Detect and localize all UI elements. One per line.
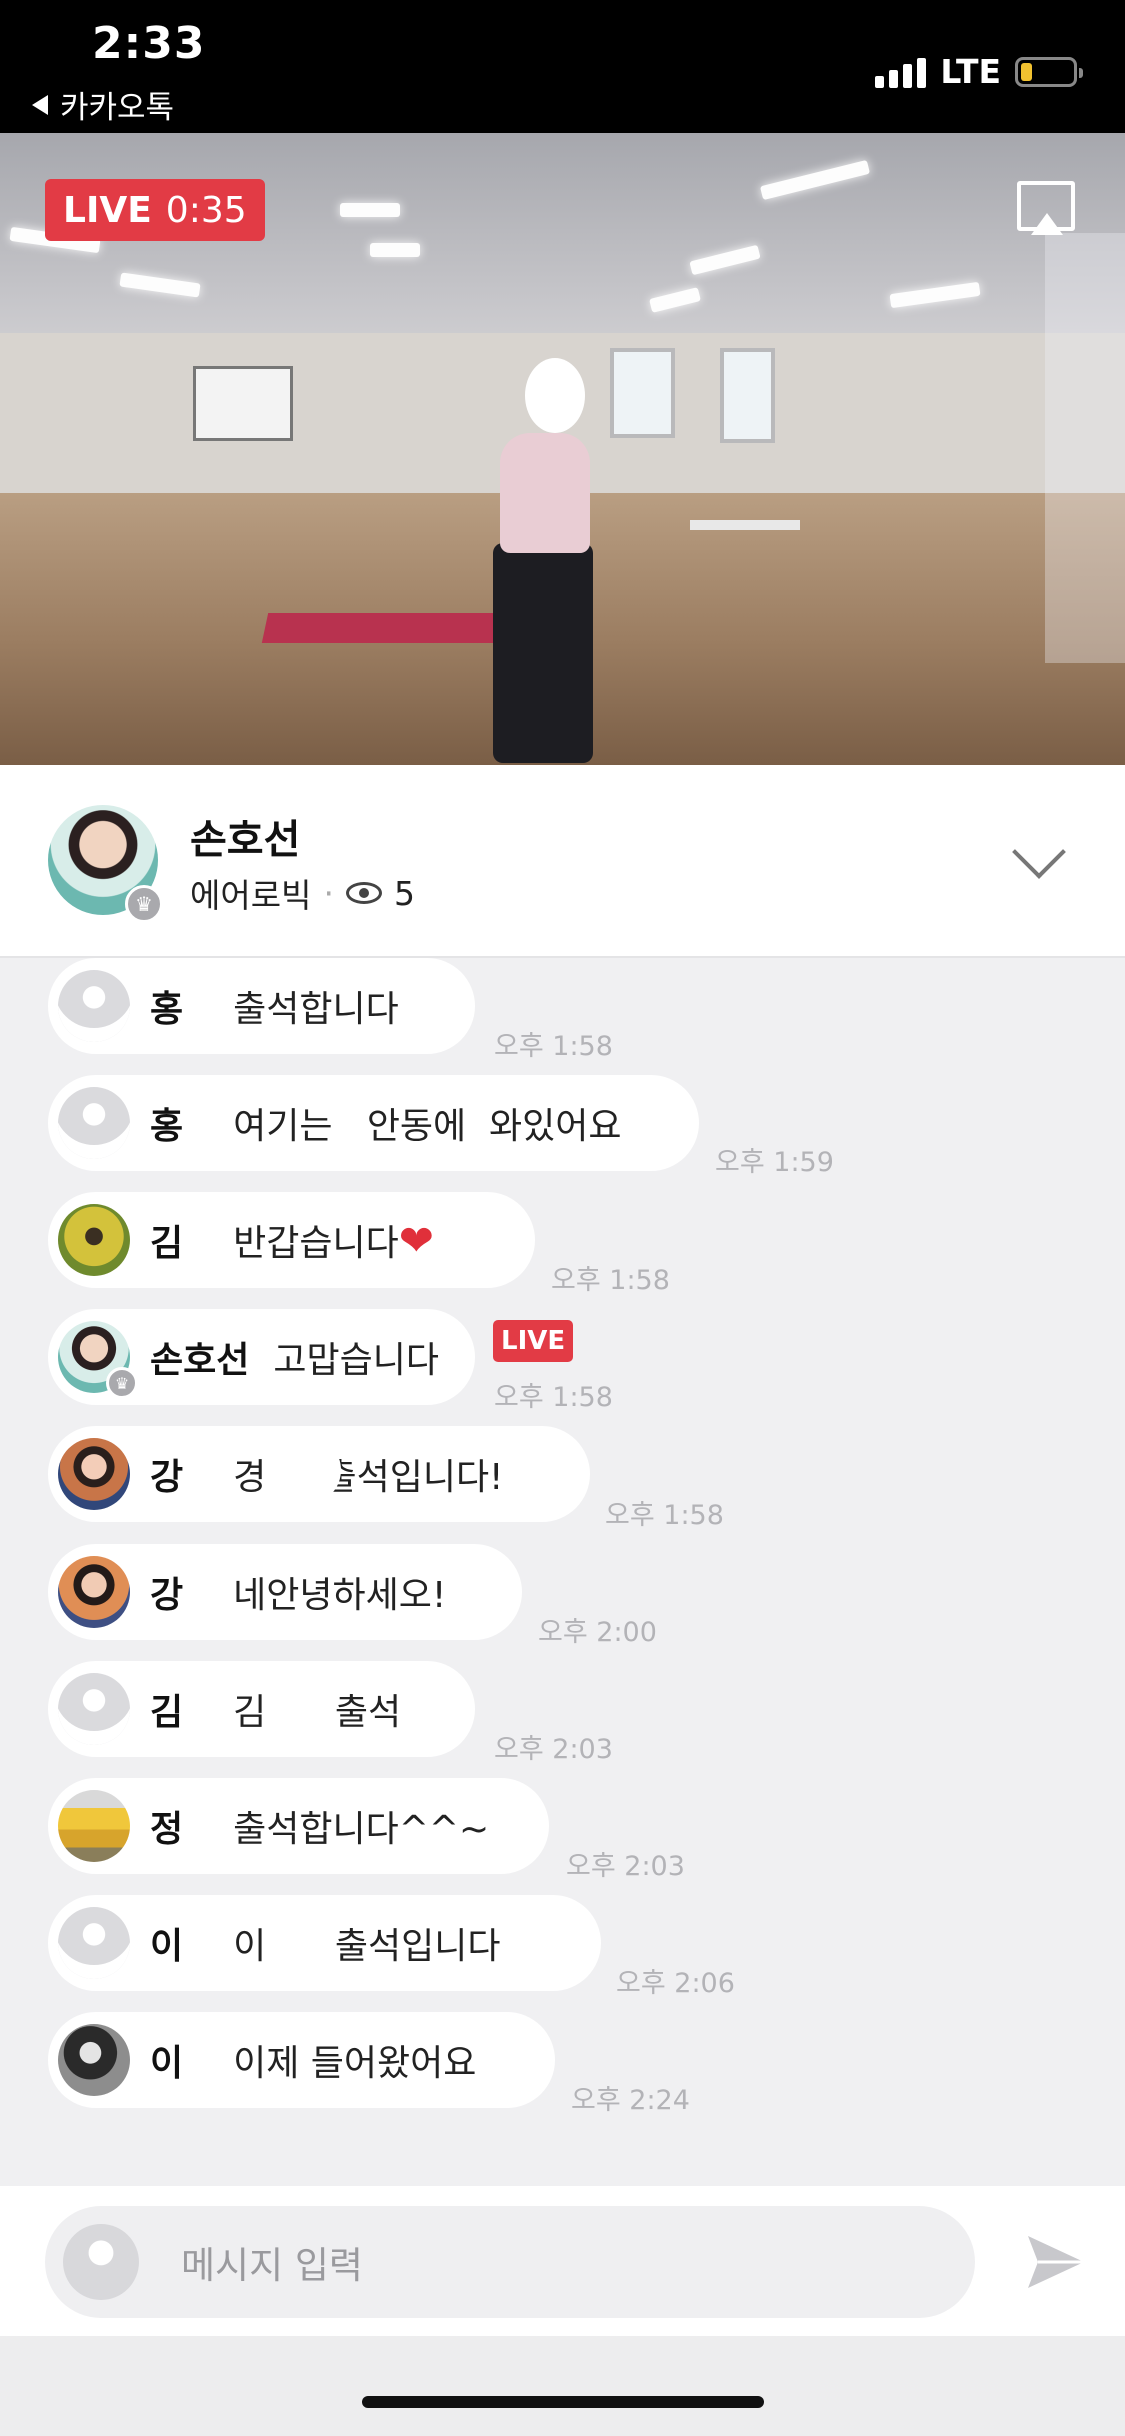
send-icon[interactable] — [1024, 2230, 1088, 2294]
chat-list[interactable]: 홍 출석합니다 오후 1:58 홍 여기는 안동에 와있어요 오후 1:59 김… — [0, 958, 1125, 2186]
chat-message: 정 출석합니다^^~ — [48, 1778, 549, 1874]
host-category: 에어로빅 — [190, 876, 312, 915]
status-indicators: LTE — [875, 52, 1083, 91]
video-person-head — [525, 358, 585, 433]
message-text: 이 출석입니다 — [233, 1907, 501, 1971]
video-whiteboard — [193, 366, 293, 441]
message-time: 오후 2:00 — [538, 1617, 657, 1648]
video-person-legs — [493, 543, 593, 763]
message-text: 여기는 안동에 와있어요 — [233, 1106, 622, 1147]
message-sender: 김 — [150, 1673, 244, 1737]
message-input-placeholder: 메시지 입력 — [181, 2244, 363, 2287]
message-text: 김 출석 — [233, 1673, 401, 1737]
avatar[interactable] — [58, 1438, 130, 1510]
live-chip: LIVE — [493, 1320, 574, 1362]
message-text: 이제 들어왔어요 — [233, 2043, 477, 2084]
eye-icon — [345, 882, 382, 904]
message-time: 오후 2:24 — [571, 2085, 690, 2116]
message-text: 경 출석입니다! — [233, 1438, 504, 1502]
message-sender: 강 — [150, 1438, 244, 1502]
airplay-icon[interactable] — [1017, 181, 1075, 235]
video-person-body — [500, 433, 590, 553]
live-elapsed: 0:35 — [165, 189, 247, 231]
message-text: 출석합니다 — [233, 989, 399, 1030]
message-time: 오후 1:58 — [605, 1500, 724, 1531]
network-type: LTE — [940, 52, 1001, 91]
meta-separator: · — [323, 873, 334, 913]
status-time: 2:33 — [92, 18, 206, 69]
avatar[interactable] — [58, 2024, 130, 2096]
avatar[interactable]: ♛ — [58, 1321, 138, 1399]
home-indicator[interactable] — [362, 2396, 764, 2408]
home-indicator-area — [0, 2336, 1125, 2436]
message-text: 출석합니다^^~ — [233, 1809, 490, 1850]
message-text: 반갑습니다❤ — [233, 1216, 434, 1265]
message-sender: 이 — [150, 1907, 244, 1971]
chat-message: 이 이제 들어왔어요 — [48, 2012, 555, 2108]
live-screen: 2:33 카카오톡 LTE LIVE 0:35 ♛ 손호선 에어로빅 · 5 홍… — [0, 0, 1125, 2436]
signal-icon — [875, 56, 927, 88]
message-sender: 홍 — [150, 1087, 246, 1151]
video-mirror — [1045, 233, 1125, 663]
chat-message: 김 김 출석 — [48, 1661, 475, 1757]
host-name: 손호선 — [190, 817, 301, 863]
message-time: 오후 1:58 — [494, 1031, 613, 1062]
my-avatar — [63, 2224, 139, 2300]
message-time: 오후 2:03 — [566, 1851, 685, 1882]
avatar[interactable] — [58, 1907, 130, 1979]
chat-message: 이 이 출석입니다 — [48, 1895, 601, 1991]
message-sender: 손호선 — [150, 1340, 250, 1381]
message-sender: 김 — [150, 1204, 244, 1268]
back-arrow-icon — [32, 94, 48, 115]
chat-message: ♛ 손호선 고맙습니다 — [48, 1309, 475, 1405]
avatar[interactable] — [58, 970, 130, 1042]
avatar[interactable] — [58, 1790, 130, 1862]
message-input-bar: 메시지 입력 — [0, 2186, 1125, 2336]
live-badge: LIVE 0:35 — [45, 179, 265, 241]
message-sender: 강 — [150, 1556, 244, 1620]
message-time: 오후 1:58 — [494, 1382, 613, 1413]
avatar[interactable] — [58, 1673, 130, 1745]
battery-icon — [1015, 56, 1083, 87]
host-info: ♛ 손호선 에어로빅 · 5 — [0, 765, 1125, 958]
chat-message: 김 반갑습니다❤ — [48, 1192, 535, 1288]
chat-message: 홍 출석합니다 — [48, 958, 475, 1054]
message-input[interactable]: 메시지 입력 — [45, 2206, 975, 2318]
status-bar: 2:33 카카오톡 LTE — [0, 0, 1125, 133]
live-video[interactable]: LIVE 0:35 — [0, 133, 1125, 765]
message-time: 오후 1:58 — [551, 1265, 670, 1296]
live-label: LIVE — [63, 189, 152, 231]
message-text: 고맙습니다 — [273, 1340, 439, 1381]
message-time: 오후 2:03 — [494, 1734, 613, 1765]
message-time: 오후 1:59 — [715, 1147, 834, 1178]
back-app-label: 카카오톡 — [60, 90, 175, 126]
message-text: 네안녕하세오! — [233, 1575, 447, 1616]
message-sender: 정 — [150, 1790, 244, 1854]
avatar[interactable] — [58, 1087, 130, 1159]
viewer-count: 5 — [393, 873, 415, 913]
chevron-down-icon[interactable] — [1012, 825, 1066, 879]
crown-icon: ♛ — [106, 1367, 138, 1399]
avatar[interactable] — [58, 1204, 130, 1276]
back-to-app-button[interactable]: 카카오톡 — [32, 82, 174, 127]
message-time: 오후 2:06 — [616, 1968, 735, 1999]
heart-emoji: ❤ — [398, 1216, 434, 1265]
message-sender: 이 — [150, 2024, 244, 2088]
chat-message: 강 네안녕하세오! — [48, 1544, 522, 1640]
crown-icon: ♛ — [125, 885, 163, 923]
host-meta: 에어로빅 · 5 — [190, 869, 415, 917]
battery-level — [1021, 62, 1032, 81]
video-table — [690, 520, 800, 530]
message-sender: 홍 — [150, 970, 244, 1034]
chat-message: 강 경 출석입니다! — [48, 1426, 590, 1522]
avatar[interactable] — [58, 1556, 130, 1628]
chat-message: 홍 여기는 안동에 와있어요 — [48, 1075, 699, 1171]
